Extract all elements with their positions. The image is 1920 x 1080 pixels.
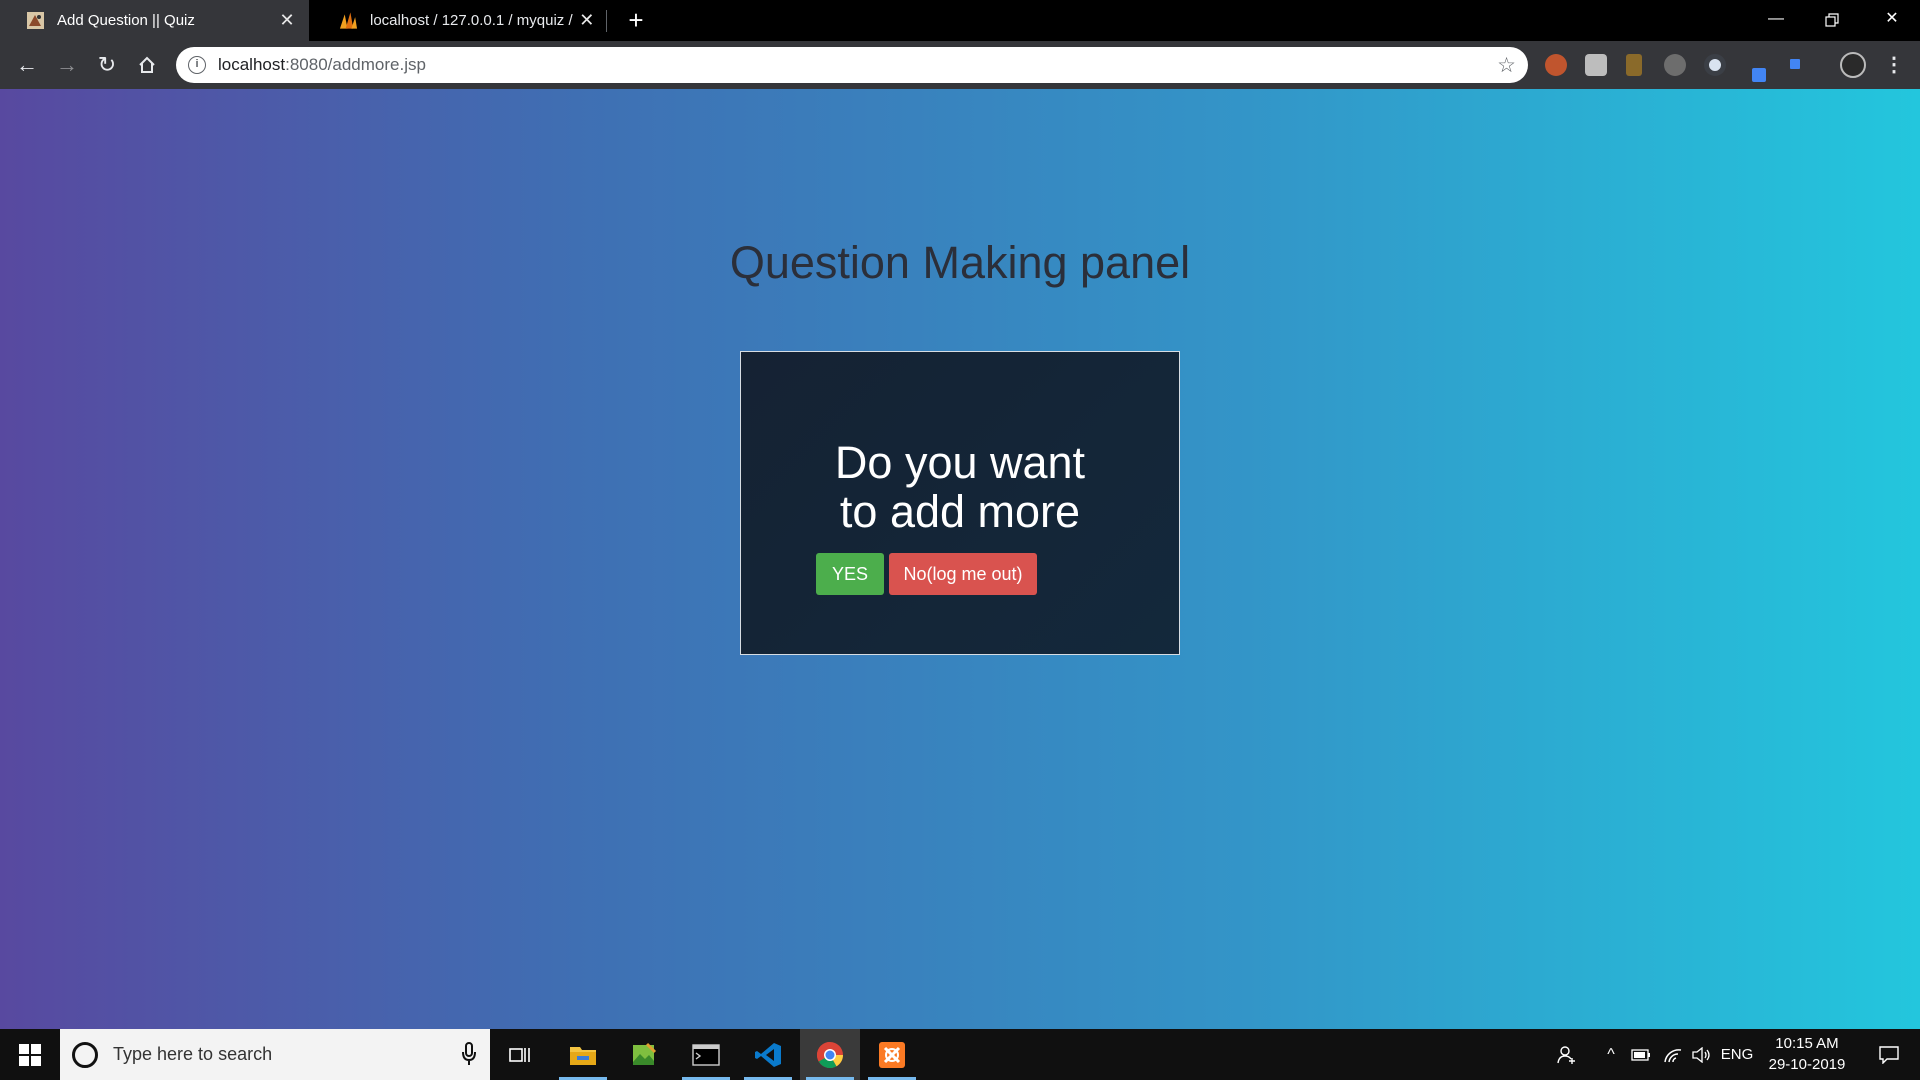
- add-more-dialog: Do you want to add more YES No(log me ou…: [740, 351, 1180, 655]
- tab-add-question[interactable]: Add Question || Quiz ✕: [0, 0, 309, 41]
- microphone-icon[interactable]: [462, 1041, 476, 1067]
- extension-icon[interactable]: [1545, 54, 1567, 76]
- wifi-icon[interactable]: [1660, 1029, 1686, 1080]
- clock-date: 29-10-2019: [1768, 1056, 1846, 1073]
- tab-title: Add Question || Quiz: [57, 12, 195, 29]
- close-tab-icon[interactable]: ✕: [574, 10, 600, 31]
- back-arrow-icon[interactable]: ←: [11, 49, 43, 81]
- xampp-icon[interactable]: [862, 1029, 922, 1080]
- blue-extension-icon[interactable]: [1790, 59, 1800, 69]
- search-placeholder: Type here to search: [113, 1044, 273, 1064]
- question-line-2: to add more: [839, 486, 1081, 537]
- vscode-icon[interactable]: [738, 1029, 798, 1080]
- show-hidden-icons-chevron-icon[interactable]: ^: [1598, 1029, 1624, 1080]
- cortana-circle-icon: [72, 1041, 98, 1068]
- quiz-favicon-icon: [26, 11, 45, 30]
- file-explorer-icon[interactable]: [553, 1029, 613, 1080]
- windows-start-icon[interactable]: [0, 1029, 60, 1080]
- volume-icon[interactable]: [1688, 1029, 1714, 1080]
- people-icon[interactable]: [1552, 1029, 1582, 1080]
- yes-button[interactable]: YES: [816, 553, 884, 595]
- taskbar-clock[interactable]: 10:15 AM 29-10-2019: [1752, 1033, 1862, 1075]
- close-tab-icon[interactable]: ✕: [273, 10, 301, 31]
- menu-kebab-icon[interactable]: ⋮: [1878, 49, 1910, 81]
- bookmark-star-icon[interactable]: ☆: [1497, 53, 1516, 78]
- page-title: Question Making panel: [729, 237, 1191, 288]
- profile-avatar[interactable]: [1840, 52, 1866, 78]
- site-info-icon[interactable]: i: [188, 56, 206, 74]
- java-extension-icon[interactable]: [1626, 54, 1642, 76]
- task-view-icon[interactable]: [490, 1029, 550, 1080]
- browser-toolbar: ← → ↻ i localhost:8080/addmore.jsp ☆ ⋮: [0, 41, 1920, 89]
- new-tab-button[interactable]: +: [620, 4, 652, 36]
- taskbar-search-box[interactable]: Type here to search: [60, 1029, 490, 1080]
- tab-divider: [606, 10, 607, 32]
- minimize-icon[interactable]: —: [1748, 0, 1804, 41]
- tab-title: localhost / 127.0.0.1 / myquiz / u: [370, 12, 574, 29]
- restore-icon[interactable]: [1804, 0, 1860, 41]
- language-indicator[interactable]: ENG: [1718, 1029, 1756, 1080]
- phpmyadmin-favicon-icon: [339, 11, 358, 30]
- home-icon[interactable]: [131, 49, 163, 81]
- action-center-icon[interactable]: [1864, 1029, 1914, 1080]
- reload-icon[interactable]: ↻: [91, 49, 123, 81]
- url-path: :8080/addmore.jsp: [285, 55, 426, 74]
- image-editor-icon[interactable]: [614, 1029, 674, 1080]
- logout-button[interactable]: No(log me out): [889, 553, 1037, 595]
- address-url: localhost:8080/addmore.jsp: [218, 55, 426, 75]
- close-window-icon[interactable]: ✕: [1864, 0, 1920, 41]
- pen-extension-icon[interactable]: [1752, 68, 1766, 82]
- battery-icon[interactable]: [1628, 1029, 1654, 1080]
- forward-arrow-icon[interactable]: →: [51, 49, 83, 81]
- vpn-extension-icon[interactable]: [1704, 54, 1726, 76]
- terminal-icon[interactable]: [676, 1029, 736, 1080]
- tab-phpmyadmin[interactable]: localhost / 127.0.0.1 / myquiz / u ✕: [313, 0, 608, 41]
- question-line-1: Do you want: [834, 437, 1086, 488]
- address-bar[interactable]: i localhost:8080/addmore.jsp ☆: [176, 47, 1528, 83]
- chrome-icon[interactable]: [800, 1029, 860, 1080]
- dialog-question: Do you want to add more: [741, 438, 1179, 536]
- gear-extension-icon[interactable]: [1585, 54, 1607, 76]
- recycle-extension-icon[interactable]: [1664, 54, 1686, 76]
- page-content: Question Making panel Do you want to add…: [0, 89, 1920, 1029]
- windows-taskbar: Type here to search ^ ENG 10:15 AM 29-10…: [0, 1029, 1920, 1080]
- clock-time: 10:15 AM: [1775, 1035, 1839, 1052]
- browser-tab-bar: Add Question || Quiz ✕ localhost / 127.0…: [0, 0, 1920, 41]
- url-host: localhost: [218, 55, 286, 74]
